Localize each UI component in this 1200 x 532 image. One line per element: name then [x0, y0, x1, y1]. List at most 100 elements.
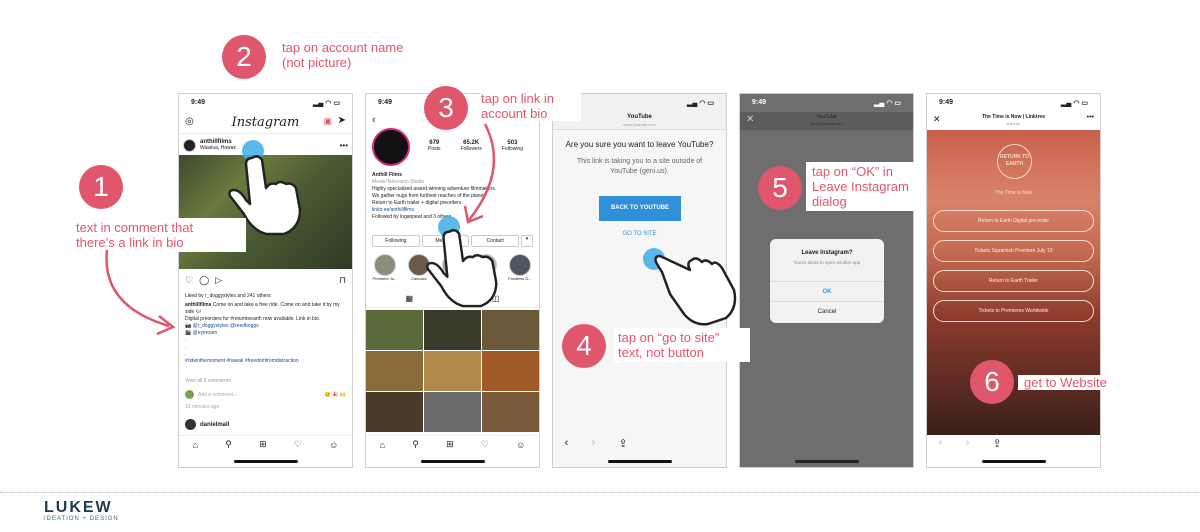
add-comment-row[interactable]: Add a comment... 😊 🎉 🙌	[185, 390, 346, 399]
tagline: The Time is Now	[994, 190, 1033, 196]
ig-header: ◎ Instagram ▣ ➤	[179, 112, 352, 134]
bookmark-icon[interactable]: ⊓	[339, 275, 346, 286]
home-indicator	[981, 460, 1046, 463]
dialog-text: You're about to open another app	[793, 260, 861, 265]
linktree-link[interactable]: Tickets to Premieres Worldwide	[933, 300, 1094, 322]
comment-icon[interactable]: ◯	[199, 275, 209, 286]
emoji-icon[interactable]: 😊 🎉 🙌	[325, 392, 346, 398]
share-icon[interactable]: ▷	[215, 275, 222, 286]
step-1-badge: 1	[79, 165, 123, 209]
browser-toolbar: ‹ › ⇪	[927, 433, 1100, 453]
more-icon[interactable]: •••	[1087, 114, 1094, 121]
next-username[interactable]: danielmall	[200, 422, 229, 428]
home-icon[interactable]: ⌂	[193, 440, 198, 450]
add-comment-input[interactable]: Add a comment...	[198, 392, 237, 398]
grid-photo[interactable]	[366, 310, 423, 350]
highlight-item[interactable]: Premiere Ju...	[370, 254, 400, 281]
igtv-icon[interactable]: ▣	[323, 116, 332, 127]
browser-header: ✕ The Time is Now | Linktree linktr.ee •…	[927, 112, 1100, 130]
likes-text: Liked by r_doggystyles and 241 others	[185, 293, 271, 299]
back-icon[interactable]: ‹	[372, 114, 376, 126]
linktree-link[interactable]: Return to Earth Trailer	[933, 270, 1094, 292]
add-post-icon[interactable]: ⊞	[446, 439, 454, 450]
home-indicator	[794, 460, 859, 463]
following-button[interactable]: Following	[372, 235, 420, 247]
caption-block: anthillfilms Come on and take a free rid…	[185, 302, 346, 365]
home-indicator	[233, 460, 298, 463]
back-to-youtube-button[interactable]: BACK TO YOUTUBE	[599, 196, 681, 221]
bio-link[interactable]: linktr.ee/anthillfilms	[372, 207, 533, 214]
caption-user[interactable]: anthillfilms	[185, 302, 211, 308]
go-to-site-link[interactable]: GO TO SITE	[553, 231, 726, 237]
footer-logo: LUKEW IDEATION + DESIGN	[44, 499, 119, 523]
heart-icon[interactable]: ♡	[185, 275, 193, 286]
search-icon[interactable]: ⚲	[412, 439, 419, 450]
view-comments[interactable]: View all 3 comments	[185, 378, 231, 384]
following-stat[interactable]: 503 Following	[502, 140, 523, 152]
dialog-ok-button[interactable]: OK	[770, 281, 884, 301]
profile-icon[interactable]: ☺	[329, 440, 338, 450]
posts-stat[interactable]: 679 Posts	[428, 140, 441, 152]
highlight-item[interactable]: Foodless D...	[505, 254, 535, 281]
brand-name: LUKEW	[44, 499, 113, 516]
add-post-icon[interactable]: ⊞	[259, 439, 267, 450]
grid-icon[interactable]: ▦	[405, 294, 413, 307]
heart-icon[interactable]: ♡	[294, 439, 302, 450]
profile-category: Movie/Television Studio	[372, 179, 425, 185]
caption-tags-1[interactable]: 📷 @r_doggystyles @reedboggs	[185, 323, 346, 330]
footer-divider	[0, 492, 1200, 493]
home-indicator	[607, 460, 672, 463]
grid-photo[interactable]	[482, 351, 539, 391]
status-time: 9:49	[191, 99, 206, 106]
dialog-cancel-button[interactable]: Cancel	[770, 301, 884, 321]
forward-arrow-icon[interactable]: ›	[966, 437, 970, 449]
status-bar: 9:49▂▄ ◠ ▭	[191, 99, 340, 107]
browser-header: ✕ YouTube www.youtube.com	[740, 112, 913, 130]
caption-hashtags[interactable]: #rideinthemoment #hawaii #freedomfromdis…	[185, 358, 346, 365]
grid-photo[interactable]	[366, 392, 423, 432]
step-6-note: get to Website	[1018, 375, 1128, 390]
search-icon[interactable]: ⚲	[225, 439, 232, 450]
caption-tags-2[interactable]: 🎬 @eyeroam	[185, 330, 346, 337]
avatar[interactable]	[183, 138, 196, 152]
forward-arrow-icon[interactable]: ›	[592, 437, 596, 449]
grid-photo[interactable]	[424, 351, 481, 391]
step-2-badge: 2	[222, 35, 266, 79]
grid-photo[interactable]	[482, 392, 539, 432]
linktree-link[interactable]: Return to Earth Digital pre-order	[933, 210, 1094, 232]
pointing-hand-icon	[654, 254, 737, 326]
leave-explanation: This link is taking you to a site outsid…	[576, 158, 703, 175]
step-5-badge: 5	[758, 166, 802, 210]
grid-photo[interactable]	[424, 310, 481, 350]
site-url: www.youtube.com	[623, 122, 656, 127]
status-bar: 9:49▂▄ ◠ ▭	[752, 99, 901, 107]
avatar[interactable]	[185, 419, 196, 430]
post-time: 19 minutes ago	[185, 404, 220, 410]
phone-screen-linktree: 9:49 ▂▄ ◠ ▭ ✕ The Time is Now | Linktree …	[926, 93, 1101, 468]
linktree-link[interactable]: Tickets Squamish Premiere July 12	[933, 240, 1094, 262]
tab-bar: ⌂ ⚲ ⊞ ♡ ☺	[366, 435, 539, 453]
tab-bar: ⌂ ⚲ ⊞ ♡ ☺	[179, 435, 352, 453]
curved-arrow	[463, 123, 496, 224]
send-icon[interactable]: ➤	[338, 115, 346, 126]
bio-line: We gather nugs from furthest reaches of …	[372, 193, 487, 199]
grid-photo[interactable]	[424, 392, 481, 432]
back-arrow-icon[interactable]: ‹	[565, 437, 569, 449]
avatar	[185, 390, 194, 399]
heart-icon[interactable]: ♡	[481, 439, 489, 450]
chevron-down-icon[interactable]: ▾	[521, 235, 534, 247]
share-icon[interactable]: ⇪	[993, 437, 1002, 450]
more-icon[interactable]: •••	[340, 141, 348, 150]
status-bar: 9:49▂▄ ◠ ▭	[939, 99, 1088, 107]
profile-icon[interactable]: ☺	[516, 440, 525, 450]
home-icon[interactable]: ⌂	[380, 440, 385, 450]
grid-photo[interactable]	[366, 351, 423, 391]
caption-text-2: Digital preorders for #returntoearth now…	[185, 316, 321, 322]
share-icon[interactable]: ⇪	[619, 437, 628, 450]
home-indicator	[420, 460, 485, 463]
back-arrow-icon[interactable]: ‹	[939, 437, 943, 449]
leave-instagram-dialog: Leave Instagram? You're about to open an…	[770, 239, 884, 323]
pointing-hand-icon	[426, 229, 498, 308]
brand-tagline: IDEATION + DESIGN	[44, 516, 119, 522]
grid-photo[interactable]	[482, 310, 539, 350]
